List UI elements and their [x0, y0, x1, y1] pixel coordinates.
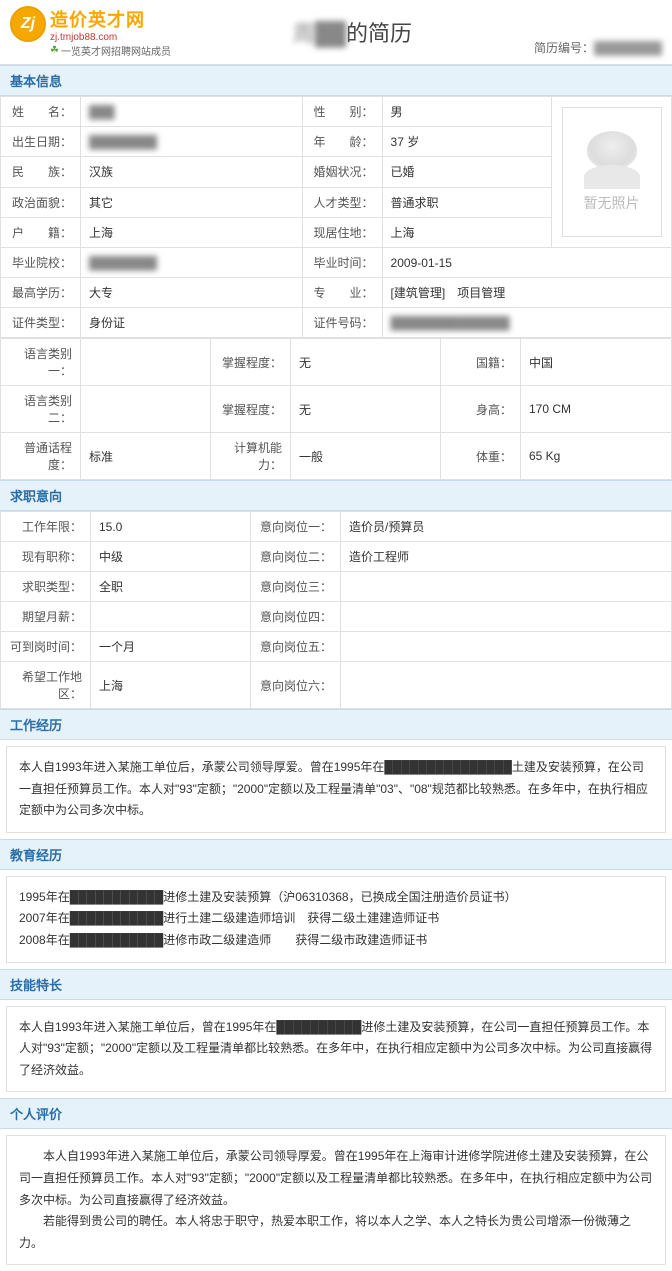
label-avail: 可到岗时间：	[1, 632, 91, 662]
value-major: [建筑管理] 项目管理	[382, 278, 671, 308]
value-weight: 65 Kg	[521, 433, 672, 480]
value-lang1	[81, 339, 211, 386]
label-mandarin: 普通话程度：	[1, 433, 81, 480]
label-pos2: 意向岗位二：	[251, 542, 341, 572]
section-work-exp: 工作经历	[0, 709, 672, 740]
label-talent: 人才类型：	[302, 187, 382, 217]
value-pos5	[341, 632, 672, 662]
value-nation: 中国	[521, 339, 672, 386]
site-logo[interactable]: Zj 造价英才网 zj.tmjob88.com ☘一览英才网招聘网站成员	[10, 6, 171, 58]
label-school: 毕业院校：	[1, 248, 81, 278]
label-huji: 户 籍：	[1, 217, 81, 247]
avatar-icon	[587, 131, 637, 169]
label-marital: 婚姻状况：	[302, 157, 382, 187]
resume-title: 周██的简历	[171, 16, 534, 48]
logo-tagline: ☘一览英才网招聘网站成员	[50, 43, 171, 58]
value-avail: 一个月	[91, 632, 251, 662]
value-pos4	[341, 602, 672, 632]
edu-exp-content: 1995年在███████████进修土建及安装预算（沪06310368，已换成…	[6, 876, 666, 963]
basic-info-table-2: 语言类别一： 掌握程度： 无 国籍： 中国 语言类别二： 掌握程度： 无 身高：…	[0, 338, 672, 480]
value-marital: 已婚	[382, 157, 551, 187]
label-weight: 体重：	[441, 433, 521, 480]
label-height: 身高：	[441, 386, 521, 433]
value-mandarin: 标准	[81, 433, 211, 480]
section-job-intent: 求职意向	[0, 480, 672, 511]
value-politic: 其它	[81, 187, 303, 217]
label-edu: 最高学历：	[1, 278, 81, 308]
value-gender: 男	[382, 97, 551, 127]
value-talent: 普通求职	[382, 187, 551, 217]
section-skills: 技能特长	[0, 969, 672, 1000]
value-gradtime: 2009-01-15	[382, 248, 671, 278]
work-exp-content: 本人自1993年进入某施工单位后，承蒙公司领导厚爱。曾在1995年在██████…	[6, 746, 666, 833]
label-politic: 政治面貌：	[1, 187, 81, 217]
section-basic-info: 基本信息	[0, 65, 672, 96]
label-ethnic: 民 族：	[1, 157, 81, 187]
value-edu: 大专	[81, 278, 303, 308]
label-pos1: 意向岗位一：	[251, 512, 341, 542]
value-name: ███	[81, 97, 303, 127]
logo-badge: Zj	[10, 6, 46, 42]
value-type: 全职	[91, 572, 251, 602]
value-school: ████████	[81, 248, 303, 278]
label-years: 工作年限：	[1, 512, 91, 542]
skills-content: 本人自1993年进入某施工单位后，曾在1995年在██████████进修土建及…	[6, 1006, 666, 1093]
label-pos5: 意向岗位五：	[251, 632, 341, 662]
label-type: 求职类型：	[1, 572, 91, 602]
value-pos1: 造价员/预算员	[341, 512, 672, 542]
value-title: 中级	[91, 542, 251, 572]
photo-placeholder: 暂无照片	[562, 107, 662, 237]
label-pos4: 意向岗位四：	[251, 602, 341, 632]
label-age: 年 龄：	[302, 127, 382, 157]
value-idno: ██████████████	[382, 308, 671, 338]
label-prof1: 掌握程度：	[211, 339, 291, 386]
label-salary: 期望月薪：	[1, 602, 91, 632]
label-idno: 证件号码：	[302, 308, 382, 338]
label-idtype: 证件类型：	[1, 308, 81, 338]
label-lang2: 语言类别二：	[1, 386, 81, 433]
label-gradtime: 毕业时间：	[302, 248, 382, 278]
label-gender: 性 别：	[302, 97, 382, 127]
photo-cell: 暂无照片	[552, 97, 672, 248]
value-prof1: 无	[291, 339, 441, 386]
value-pos6	[341, 662, 672, 709]
label-pos6: 意向岗位六：	[251, 662, 341, 709]
label-name: 姓 名：	[1, 97, 81, 127]
self-eval-content: 本人自1993年进入某施工单位后，承蒙公司领导厚爱。曾在1995年在上海审计进修…	[6, 1135, 666, 1265]
label-pos3: 意向岗位三：	[251, 572, 341, 602]
label-prof2: 掌握程度：	[211, 386, 291, 433]
label-major: 专 业：	[302, 278, 382, 308]
resume-id: 简历编号：████████	[534, 39, 662, 58]
value-age: 37 岁	[382, 127, 551, 157]
value-ethnic: 汉族	[81, 157, 303, 187]
section-self-eval: 个人评价	[0, 1098, 672, 1129]
value-prof2: 无	[291, 386, 441, 433]
label-nation: 国籍：	[441, 339, 521, 386]
value-reside: 上海	[382, 217, 551, 247]
value-pos3	[341, 572, 672, 602]
value-years: 15.0	[91, 512, 251, 542]
label-loc: 希望工作地区：	[1, 662, 91, 709]
section-edu-exp: 教育经历	[0, 839, 672, 870]
value-idtype: 身份证	[81, 308, 303, 338]
label-computer: 计算机能力：	[211, 433, 291, 480]
value-pos2: 造价工程师	[341, 542, 672, 572]
label-birth: 出生日期：	[1, 127, 81, 157]
leaf-icon: ☘	[50, 45, 59, 56]
label-title: 现有职称：	[1, 542, 91, 572]
value-loc: 上海	[91, 662, 251, 709]
label-reside: 现居住地：	[302, 217, 382, 247]
logo-title: 造价英才网	[50, 6, 171, 32]
value-lang2	[81, 386, 211, 433]
value-salary	[91, 602, 251, 632]
basic-info-table: 姓 名： ███ 性 别： 男 暂无照片 出生日期： ████████ 年 龄：…	[0, 96, 672, 338]
page-header: Zj 造价英才网 zj.tmjob88.com ☘一览英才网招聘网站成员 周██…	[0, 0, 672, 65]
value-computer: 一般	[291, 433, 441, 480]
value-height: 170 CM	[521, 386, 672, 433]
logo-url: zj.tmjob88.com	[50, 32, 171, 43]
label-lang1: 语言类别一：	[1, 339, 81, 386]
intent-table: 工作年限： 15.0 意向岗位一： 造价员/预算员 现有职称： 中级 意向岗位二…	[0, 511, 672, 709]
value-huji: 上海	[81, 217, 303, 247]
value-birth: ████████	[81, 127, 303, 157]
